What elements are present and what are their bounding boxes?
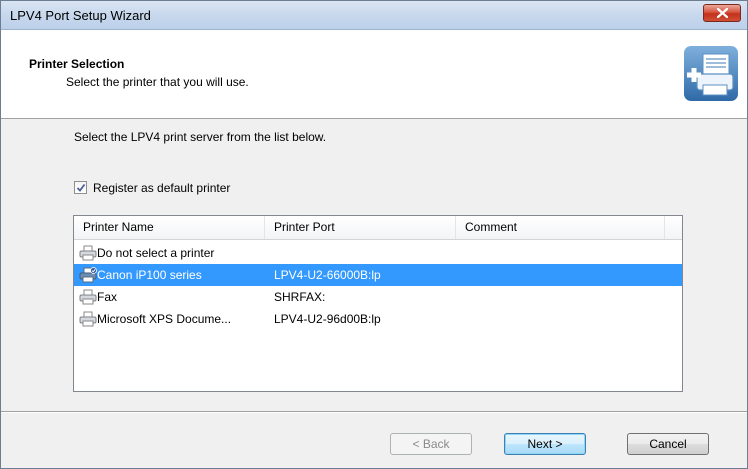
printer-icon: [79, 245, 97, 261]
column-header-printer-port[interactable]: Printer Port: [265, 216, 456, 239]
instruction-text: Select the LPV4 print server from the li…: [74, 130, 327, 144]
wizard-window: LPV4 Port Setup Wizard Printer Selection…: [0, 0, 748, 469]
printer-add-icon: [684, 46, 738, 101]
list-header: Printer Name Printer Port Comment: [74, 216, 682, 240]
page-title: Printer Selection: [29, 57, 125, 71]
printer-name: Canon iP100 series: [97, 268, 202, 282]
window-title: LPV4 Port Setup Wizard: [10, 8, 151, 23]
printer-port: LPV4-U2-66000B:lp: [274, 268, 381, 282]
page-subtitle: Select the printer that you will use.: [66, 75, 249, 89]
printer-name: Do not select a printer: [97, 246, 215, 260]
column-header-filler: [665, 216, 682, 239]
cancel-button[interactable]: Cancel: [627, 433, 709, 455]
printer-port: LPV4-U2-96d00B:lp: [274, 312, 381, 326]
printer-icon: [79, 311, 97, 327]
wizard-content: Select the LPV4 print server from the li…: [1, 119, 747, 409]
printer-name: Microsoft XPS Docume...: [97, 312, 232, 326]
list-item[interactable]: Microsoft XPS Docume... LPV4-U2-96d00B:l…: [74, 308, 682, 330]
list-item[interactable]: Do not select a printer: [74, 242, 682, 264]
printer-name: Fax: [97, 290, 118, 304]
printer-list[interactable]: Printer Name Printer Port Comment Do not…: [73, 215, 683, 392]
back-button[interactable]: < Back: [390, 433, 472, 455]
default-printer-label[interactable]: Register as default printer: [93, 181, 230, 195]
printer-port: SHRFAX:: [274, 290, 326, 304]
printer-icon: [79, 267, 97, 283]
next-button[interactable]: Next >: [504, 433, 586, 455]
column-header-printer-name[interactable]: Printer Name: [74, 216, 265, 239]
list-item[interactable]: Fax SHRFAX:: [74, 286, 682, 308]
printer-icon: [79, 289, 97, 305]
column-header-comment[interactable]: Comment: [456, 216, 665, 239]
title-bar[interactable]: LPV4 Port Setup Wizard: [1, 1, 747, 30]
close-button[interactable]: [703, 4, 741, 22]
checkmark-icon: [76, 183, 86, 192]
close-icon: [717, 8, 728, 18]
list-item-selected[interactable]: Canon iP100 series LPV4-U2-66000B:lp: [74, 264, 682, 286]
footer-divider-highlight: [1, 412, 747, 413]
wizard-header: Printer Selection Select the printer tha…: [1, 30, 747, 119]
default-printer-checkbox[interactable]: [74, 181, 87, 194]
